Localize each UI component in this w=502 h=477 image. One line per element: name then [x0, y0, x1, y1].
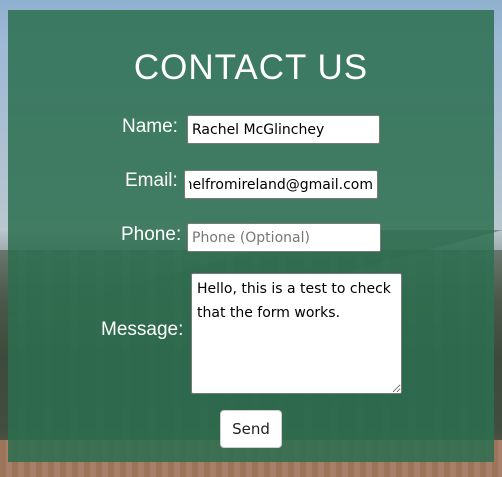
name-label: Name: — [122, 116, 178, 137]
send-button[interactable]: Send — [220, 410, 282, 448]
name-field[interactable] — [187, 115, 380, 144]
page-title: CONTACT US — [133, 48, 369, 87]
message-field[interactable]: Hello, this is a test to check that the … — [191, 273, 402, 394]
phone-label: Phone: — [121, 224, 182, 245]
email-field[interactable] — [184, 170, 378, 199]
email-label: Email: — [125, 170, 178, 191]
phone-field[interactable] — [187, 223, 381, 252]
message-label: Message: — [101, 319, 184, 340]
